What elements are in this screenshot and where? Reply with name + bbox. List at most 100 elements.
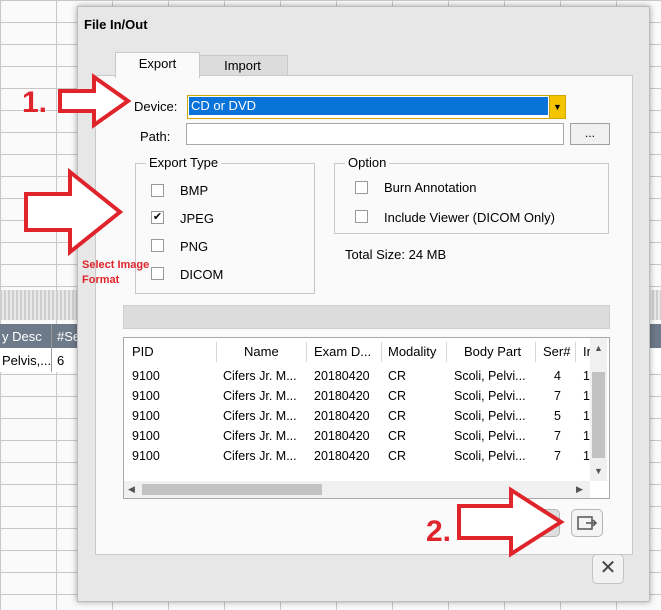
table-row[interactable]: 9100 Cifers Jr. M... 20180420 CR Scoli, Pelv… [124, 447, 590, 467]
table-cell: 5 [554, 409, 561, 423]
option-title: Option [345, 155, 390, 170]
bg-col-desc: y Desc [2, 329, 42, 344]
total-size-text: Total Size: 24 MB [345, 247, 447, 262]
format-annotation-line2: Format [82, 274, 120, 286]
col-divider[interactable] [575, 342, 576, 362]
col-name[interactable]: Name [244, 344, 279, 359]
include-viewer-label: Include Viewer (DICOM Only) [384, 210, 555, 225]
table-cell: Cifers Jr. M... [223, 449, 297, 463]
table-cell: 1 [583, 369, 590, 383]
col-pid[interactable]: PID [132, 344, 154, 359]
scroll-thumb[interactable] [142, 484, 322, 495]
table-cell: 1 [583, 409, 590, 423]
bmp-checkbox[interactable] [151, 184, 164, 197]
table-cell: Scoli, Pelvi... [454, 369, 526, 383]
table-cell: 9100 [132, 369, 160, 383]
export-type-title: Export Type [146, 155, 222, 170]
export-progress-bar [123, 305, 610, 329]
table-cell: Scoli, Pelvi... [454, 409, 526, 423]
table-cell: 20180420 [314, 389, 370, 403]
scroll-right-icon[interactable]: ▶ [576, 484, 583, 495]
bg-divider [51, 324, 52, 372]
export-button[interactable] [571, 509, 603, 537]
table-cell: 7 [554, 449, 561, 463]
study-table: PID Name Exam D... Modality Body Part Se… [123, 337, 610, 499]
table-cell: 1 [583, 389, 590, 403]
dicom-label: DICOM [180, 267, 224, 282]
table-cell: 4 [554, 369, 561, 383]
scroll-up-icon[interactable]: ▲ [594, 343, 603, 353]
table-cell: 9100 [132, 429, 160, 443]
format-annotation: Select Image Format [82, 258, 149, 288]
table-cell: 9100 [132, 409, 160, 423]
device-select[interactable]: CD or DVD ▼ [187, 95, 566, 119]
burn-annotation-label: Burn Annotation [384, 180, 477, 195]
scroll-down-icon[interactable]: ▼ [594, 466, 603, 476]
table-cell: CR [388, 449, 407, 463]
burn-annotation-checkbox[interactable] [355, 181, 368, 194]
table-cell: 9100 [132, 389, 160, 403]
format-annotation-line1: Select Image [82, 259, 150, 271]
png-checkbox[interactable] [151, 239, 164, 252]
col-divider[interactable] [446, 342, 447, 362]
table-cell: 1 [583, 449, 590, 463]
table-cell: Cifers Jr. M... [223, 369, 297, 383]
tab-import[interactable]: Import [197, 55, 288, 76]
col-exam-date[interactable]: Exam D... [314, 344, 371, 359]
jpeg-checkbox[interactable]: ✔ [151, 211, 164, 224]
format-arrow-icon [24, 167, 124, 257]
chevron-down-icon[interactable]: ▼ [549, 96, 565, 118]
table-cell: 9100 [132, 449, 160, 463]
table-cell: Cifers Jr. M... [223, 429, 297, 443]
device-select-value: CD or DVD [189, 97, 548, 115]
table-cell: 7 [554, 389, 561, 403]
scroll-left-icon[interactable]: ◀ [128, 484, 135, 495]
col-divider[interactable] [306, 342, 307, 362]
step1-annotation: 1. [22, 86, 48, 119]
table-cell: Cifers Jr. M... [223, 409, 297, 423]
table-cell: CR [388, 369, 407, 383]
step2-arrow-icon [457, 486, 565, 558]
vertical-scrollbar[interactable]: ▲ ▼ [590, 338, 607, 481]
col-series[interactable]: Ser# [543, 344, 570, 359]
bg-cell-desc: Pelvis,... [2, 353, 52, 368]
table-cell: 20180420 [314, 449, 370, 463]
table-cell: 7 [554, 429, 561, 443]
table-cell: CR [388, 409, 407, 423]
dicom-checkbox[interactable] [151, 267, 164, 280]
step1-arrow-icon [58, 73, 132, 129]
path-label: Path: [140, 129, 171, 144]
table-row[interactable]: 9100 Cifers Jr. M... 20180420 CR Scoli, Pelv… [124, 387, 590, 407]
jpeg-label: JPEG [180, 211, 214, 226]
scroll-thumb[interactable] [592, 372, 605, 458]
col-divider[interactable] [535, 342, 536, 362]
table-cell: CR [388, 429, 407, 443]
tab-export[interactable]: Export [115, 52, 200, 78]
close-icon: ✕ [599, 557, 617, 579]
browse-button[interactable]: ... [570, 123, 610, 145]
table-cell: CR [388, 389, 407, 403]
table-cell: 20180420 [314, 369, 370, 383]
table-cell: 20180420 [314, 429, 370, 443]
export-icon [577, 516, 598, 530]
close-button[interactable]: ✕ [592, 554, 624, 584]
step2-annotation: 2. [426, 515, 452, 548]
table-cell: 1 [583, 429, 590, 443]
table-row[interactable]: 9100 Cifers Jr. M... 20180420 CR Scoli, Pelv… [124, 367, 590, 387]
col-divider[interactable] [381, 342, 382, 362]
include-viewer-checkbox[interactable] [355, 210, 368, 223]
device-label: Device: [134, 99, 178, 114]
dialog-title: File In/Out [84, 17, 148, 32]
bg-cell-series: 6 [57, 353, 65, 368]
col-modality[interactable]: Modality [388, 344, 436, 359]
table-cell: 20180420 [314, 409, 370, 423]
col-body-part[interactable]: Body Part [464, 344, 521, 359]
path-input[interactable] [186, 123, 564, 145]
table-row[interactable]: 9100 Cifers Jr. M... 20180420 CR Scoli, Pelv… [124, 407, 590, 427]
table-row[interactable]: 9100 Cifers Jr. M... 20180420 CR Scoli, Pelv… [124, 427, 590, 447]
table-cell: Scoli, Pelvi... [454, 449, 526, 463]
bmp-label: BMP [180, 183, 209, 198]
col-divider[interactable] [216, 342, 217, 362]
table-cell: Scoli, Pelvi... [454, 429, 526, 443]
table-cell: Cifers Jr. M... [223, 389, 297, 403]
